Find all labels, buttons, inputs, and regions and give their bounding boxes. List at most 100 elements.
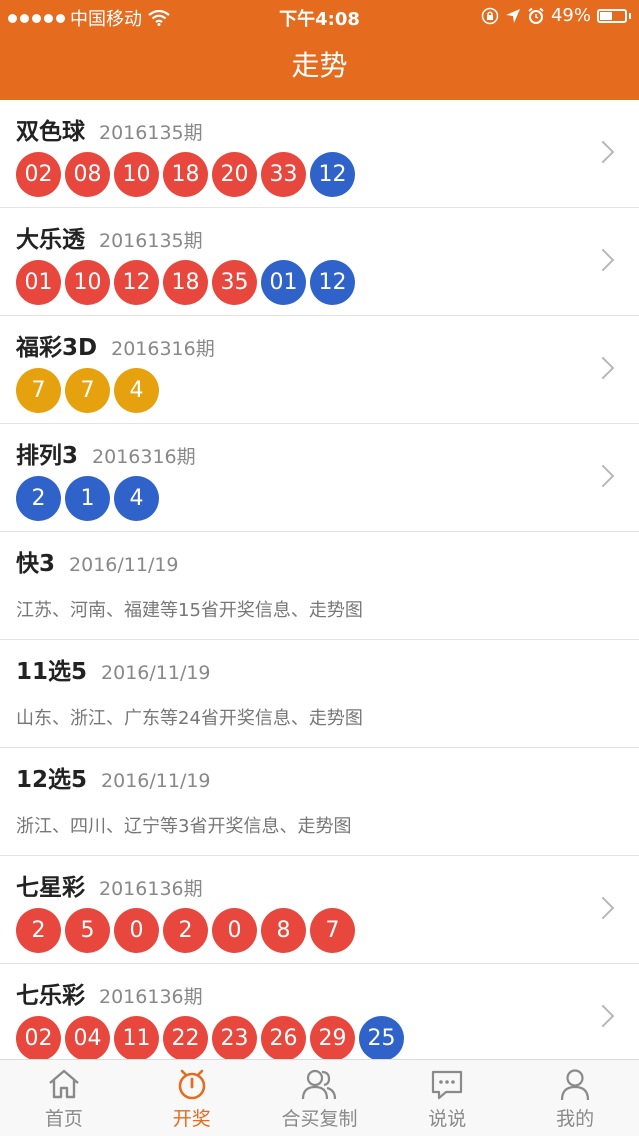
gold-number-ball: 7 — [65, 368, 110, 413]
lottery-title-line: 七乐彩 2016136期 — [16, 976, 203, 1010]
person-icon — [556, 1066, 594, 1102]
alarm-clock-icon — [173, 1066, 211, 1102]
red-number-ball: 8 — [261, 908, 306, 953]
lottery-issue: 2016136期 — [99, 878, 203, 900]
red-number-ball: 23 — [212, 1016, 257, 1061]
lottery-name: 12选5 — [16, 767, 88, 793]
red-number-ball: 02 — [16, 1016, 61, 1061]
red-number-ball: 0 — [114, 908, 159, 953]
lottery-title-line: 七星彩 2016136期 — [16, 868, 203, 902]
lottery-description: 山东、浙江、广东等24省开奖信息、走势图 — [16, 708, 363, 729]
tab-label: 合买复制 — [281, 1108, 358, 1130]
chevron-right-icon — [591, 140, 615, 164]
red-number-ball: 01 — [16, 260, 61, 305]
red-number-ball: 20 — [212, 152, 257, 197]
lottery-title-line: 12选5 2016/11/19 — [16, 760, 211, 794]
red-number-ball: 5 — [65, 908, 110, 953]
lottery-name: 排列3 — [16, 443, 79, 469]
red-number-ball: 10 — [65, 260, 110, 305]
lottery-issue: 2016136期 — [99, 986, 203, 1008]
red-number-ball: 26 — [261, 1016, 306, 1061]
battery-icon — [597, 8, 627, 23]
status-bar: 中国移动 下午4:08 49% — [0, 0, 639, 32]
battery-percent: 49% — [550, 5, 591, 26]
gold-number-ball: 4 — [114, 368, 159, 413]
lottery-issue: 2016/11/19 — [69, 554, 179, 576]
red-number-ball: 2 — [16, 908, 61, 953]
tab-label: 首页 — [44, 1108, 83, 1130]
rotation-lock-icon — [481, 7, 499, 24]
tab-label: 开奖 — [172, 1108, 211, 1130]
lottery-title-line: 排列3 2016316期 — [16, 436, 196, 470]
lottery-row[interactable]: 12选5 2016/11/19 浙江、四川、辽宁等3省开奖信息、走势图 — [0, 748, 639, 856]
tab-users[interactable]: 合买复制 — [256, 1060, 384, 1136]
chevron-right-icon — [591, 896, 615, 920]
lottery-title-line: 福彩3D 2016316期 — [16, 328, 215, 362]
lottery-description: 浙江、四川、辽宁等3省开奖信息、走势图 — [16, 816, 352, 837]
lottery-name: 11选5 — [16, 659, 88, 685]
alarm-icon — [528, 7, 544, 24]
winning-numbers: 02 08 10 18 20 33 12 — [16, 152, 355, 197]
lottery-title-line: 大乐透 2016135期 — [16, 220, 203, 254]
tab-alarm-clock[interactable]: 开奖 — [128, 1060, 256, 1136]
tab-label: 我的 — [556, 1108, 595, 1130]
blue-number-ball: 01 — [261, 260, 306, 305]
lottery-title-line: 快3 2016/11/19 — [16, 544, 179, 578]
chevron-right-icon — [591, 464, 615, 488]
winning-numbers: 2502087 — [16, 908, 355, 953]
tab-bar: 首页 开奖 合买复制 说说 我的 — [0, 1059, 639, 1136]
chat-icon — [428, 1066, 466, 1102]
blue-number-ball: 1 — [65, 476, 110, 521]
red-number-ball: 10 — [114, 152, 159, 197]
red-number-ball: 2 — [163, 908, 208, 953]
blue-number-ball: 2 — [16, 476, 61, 521]
lottery-issue: 2016316期 — [92, 446, 196, 468]
winning-numbers: 01 10 12 18 35 01 12 — [16, 260, 355, 305]
lottery-name: 福彩3D — [16, 335, 98, 361]
tab-home[interactable]: 首页 — [0, 1060, 128, 1136]
lottery-row[interactable]: 双色球 2016135期 02 08 10 18 20 33 12 — [0, 100, 639, 208]
chevron-right-icon — [591, 1004, 615, 1028]
winning-numbers: 774 — [16, 368, 159, 413]
tab-person[interactable]: 我的 — [511, 1060, 639, 1136]
lottery-row[interactable]: 大乐透 2016135期 01 10 12 18 35 01 12 — [0, 208, 639, 316]
lottery-row[interactable]: 福彩3D 2016316期 7 7 4 — [0, 316, 639, 424]
lottery-name: 快3 — [16, 551, 56, 577]
lottery-issue: 2016135期 — [99, 230, 203, 252]
lottery-row[interactable]: 七乐彩 2016136期 02 04 11 22 23 26 29 25 — [0, 964, 639, 1072]
red-number-ball: 22 — [163, 1016, 208, 1061]
lottery-list: 双色球 2016135期 02 08 10 18 20 33 12 大乐透 2016135期 01 10… — [0, 100, 639, 1072]
page-title: 走势 — [291, 49, 348, 82]
tab-label: 说说 — [428, 1108, 467, 1130]
blue-number-ball: 12 — [310, 152, 355, 197]
red-number-ball: 12 — [114, 260, 159, 305]
gold-number-ball: 7 — [16, 368, 61, 413]
winning-numbers: 02 04 11 22 23 26 29 25 — [16, 1016, 404, 1061]
lottery-row[interactable]: 排列3 2016316期 2 1 4 — [0, 424, 639, 532]
lottery-name: 七星彩 — [16, 875, 85, 901]
red-number-ball: 29 — [310, 1016, 355, 1061]
lottery-name: 大乐透 — [16, 227, 85, 253]
app-header: 中国移动 下午4:08 49% 走势 — [0, 0, 639, 100]
lottery-title-line: 11选5 2016/11/19 — [16, 652, 211, 686]
lottery-name: 双色球 — [16, 119, 85, 145]
red-number-ball: 08 — [65, 152, 110, 197]
lottery-row[interactable]: 11选5 2016/11/19 山东、浙江、广东等24省开奖信息、走势图 — [0, 640, 639, 748]
lottery-issue: 2016/11/19 — [101, 770, 211, 792]
lottery-issue: 2016135期 — [99, 122, 203, 144]
red-number-ball: 11 — [114, 1016, 159, 1061]
red-number-ball: 35 — [212, 260, 257, 305]
lottery-row[interactable]: 快3 2016/11/19 江苏、河南、福建等15省开奖信息、走势图 — [0, 532, 639, 640]
home-icon — [45, 1066, 83, 1102]
red-number-ball: 7 — [310, 908, 355, 953]
blue-number-ball: 25 — [359, 1016, 404, 1061]
red-number-ball: 18 — [163, 260, 208, 305]
blue-number-ball: 4 — [114, 476, 159, 521]
tab-chat[interactable]: 说说 — [383, 1060, 511, 1136]
chevron-right-icon — [591, 248, 615, 272]
lottery-title-line: 双色球 2016135期 — [16, 112, 203, 146]
lottery-row[interactable]: 七星彩 2016136期 2 5 0 2 0 8 7 — [0, 856, 639, 964]
red-number-ball: 33 — [261, 152, 306, 197]
location-arrow-icon — [505, 8, 520, 23]
winning-numbers: 214 — [16, 476, 159, 521]
